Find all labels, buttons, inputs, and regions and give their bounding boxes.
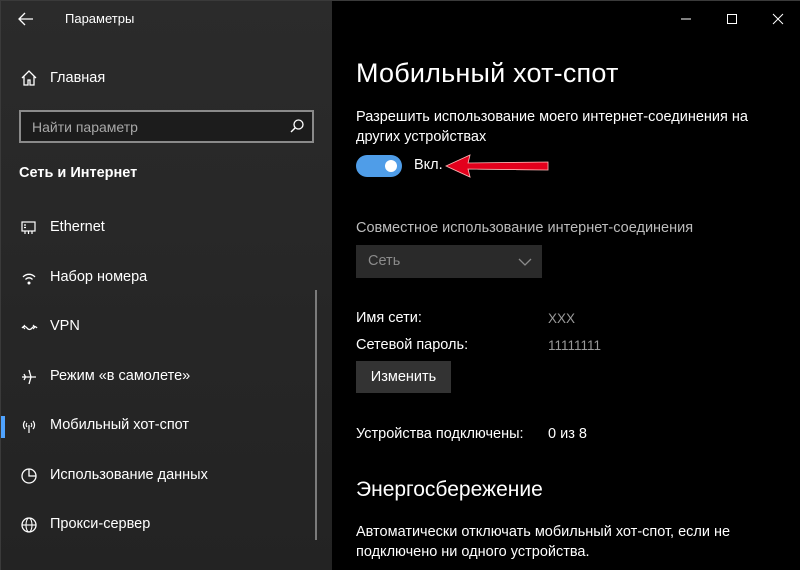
back-arrow-icon [18,12,33,26]
sidebar-item-label: Режим «в самолете» [50,368,191,384]
search-box[interactable] [19,110,314,143]
sidebar-item-ethernet[interactable]: Ethernet [1,208,332,248]
nav-home[interactable]: Главная [1,59,332,97]
network-name-label: Имя сети: [356,310,422,326]
airplane-icon [19,367,39,387]
home-icon [19,68,39,88]
back-button[interactable] [13,7,39,31]
search-icon[interactable] [289,118,305,134]
maximize-icon [727,14,737,24]
sidebar-item-proxy[interactable]: Прокси-сервер [1,505,332,545]
power-description: Автоматически отключать мобильный хот-сп… [356,524,731,560]
window-controls [663,1,800,37]
data-usage-icon [19,466,39,486]
hotspot-toggle[interactable] [356,155,402,177]
share-from-label: Совместное использование интернет-соедин… [356,220,694,236]
sidebar-item-vpn[interactable]: VPN [1,307,332,347]
sidebar-item-data-usage[interactable]: Использование данных [1,456,332,496]
chevron-down-icon [518,255,532,269]
edit-button[interactable]: Изменить [356,361,451,393]
nav-home-label: Главная [50,70,106,86]
sidebar-item-label: Прокси-сервер [50,516,151,532]
sidebar-scrollbar[interactable] [315,290,317,540]
close-icon [772,13,784,25]
sidebar-item-label: Использование данных [50,467,208,483]
globe-icon [19,515,39,535]
dialup-icon [19,268,39,288]
vpn-icon [19,317,39,337]
toggle-knob [385,160,397,172]
main-panel: Мобильный хот-спот Разрешить использован… [332,1,800,570]
devices-label: Устройства подключены: [356,426,524,442]
sidebar-item-airplane[interactable]: Режим «в самолете» [1,357,332,397]
share-description: Разрешить использование моего интернет-с… [356,109,748,145]
sidebar-item-label: Ethernet [50,219,105,235]
settings-window: Параметры Главная Сеть и Интернет [0,0,800,570]
maximize-button[interactable] [709,1,755,37]
devices-value: 0 из 8 [548,426,587,442]
sidebar: Параметры Главная Сеть и Интернет [1,1,332,570]
minimize-icon [681,18,691,20]
sidebar-item-label: Мобильный хот-спот [50,417,190,433]
toggle-state-label: Вкл. [414,157,443,173]
share-from-value: Сеть [368,253,401,269]
selected-indicator [1,416,5,438]
ethernet-icon [19,218,39,238]
password-value: 11111111 [548,338,602,353]
password-label: Сетевой пароль: [356,337,469,353]
sidebar-item-hotspot[interactable]: Мобильный хот-спот [1,406,332,446]
annotation-arrow-icon [445,154,549,178]
power-heading: Энергосбережение [356,478,543,501]
network-name-value: XXX [548,311,576,326]
page-title: Мобильный хот-спот [356,58,619,88]
sidebar-item-dialup[interactable]: Набор номера [1,258,332,298]
search-input[interactable] [21,112,281,141]
sidebar-item-label: VPN [50,318,80,334]
sidebar-item-label: Набор номера [50,269,148,285]
close-button[interactable] [755,1,800,37]
hotspot-icon [19,416,39,436]
minimize-button[interactable] [663,1,709,37]
section-title: Сеть и Интернет [19,165,138,181]
app-title: Параметры [65,11,135,26]
share-from-dropdown[interactable]: Сеть [356,245,542,278]
